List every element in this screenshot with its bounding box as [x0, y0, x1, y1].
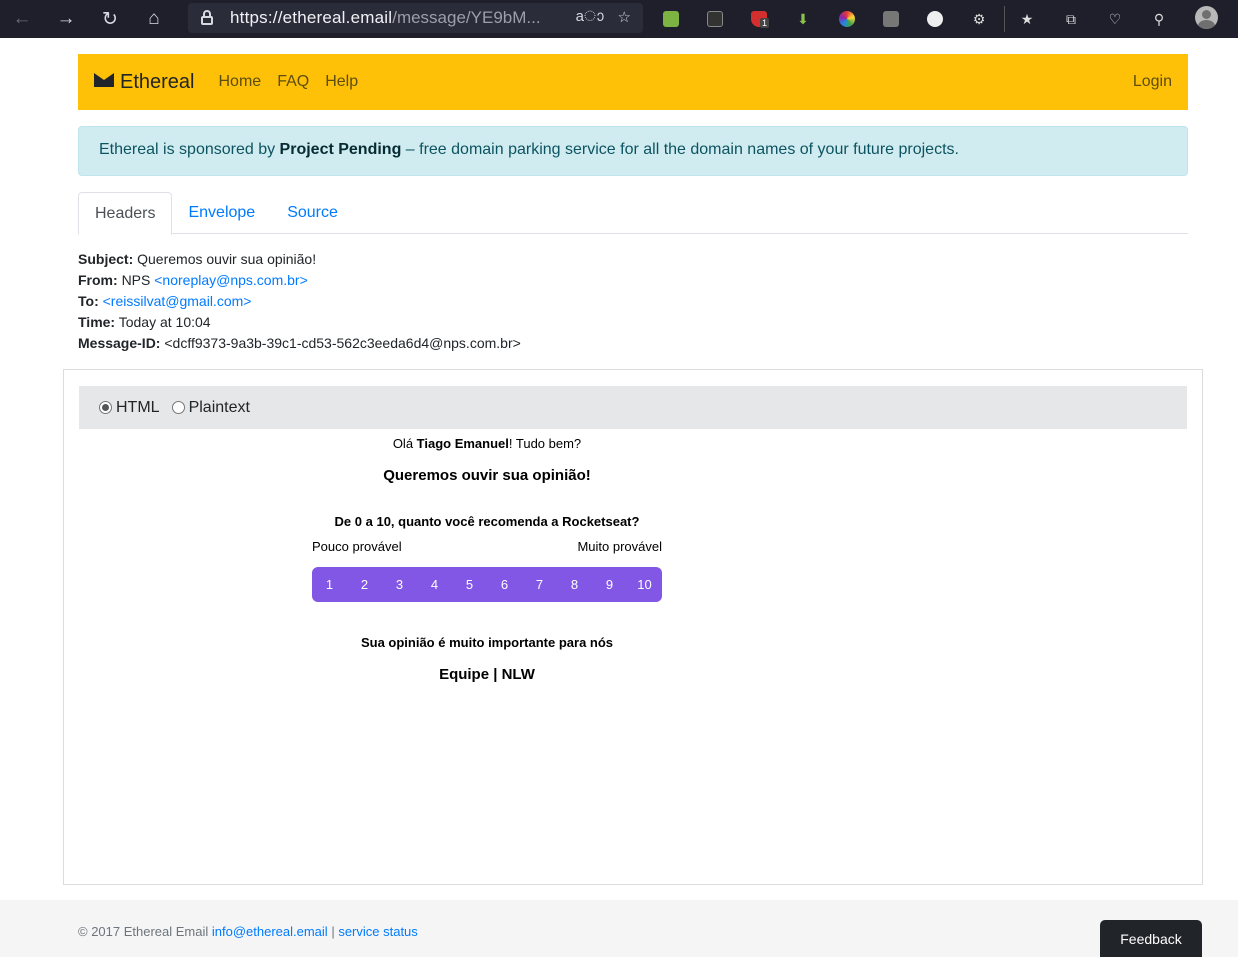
- extensions-puzzle-icon[interactable]: ⚙: [968, 8, 990, 30]
- envelope-icon: [94, 73, 114, 87]
- sponsor-alert: Ethereal is sponsored by Project Pending…: [78, 126, 1188, 176]
- back-icon[interactable]: ←: [0, 0, 44, 38]
- from-email-link[interactable]: <noreplay@nps.com.br>: [154, 272, 308, 288]
- to-email-link[interactable]: <reissilvat@gmail.com>: [103, 293, 252, 309]
- plaintext-radio[interactable]: [171, 401, 185, 414]
- translate-icon[interactable]: aാ: [576, 8, 604, 26]
- email-closing: Sua opinião é muito importante para nós: [360, 635, 614, 650]
- greeting-name: Tiago Emanuel: [416, 436, 509, 451]
- to-label: To:: [78, 293, 99, 309]
- plaintext-label: Plaintext: [188, 398, 250, 416]
- from-label: From:: [78, 272, 118, 288]
- login-link[interactable]: Login: [1133, 73, 1172, 91]
- scale-low-label: Pouco provável: [312, 539, 402, 554]
- address-bar[interactable]: https://ethereal.email/message/YE9bM... …: [188, 3, 643, 33]
- email-greeting: Olá Tiago Emanuel! Tudo bem?: [312, 436, 662, 451]
- time-row: Time: Today at 10:04: [78, 312, 521, 333]
- subject-row: Subject: Queremos ouvir sua opinião!: [78, 249, 521, 270]
- extension-color-icon[interactable]: [836, 8, 858, 30]
- extension-dark-icon[interactable]: [704, 8, 726, 30]
- message-headers: Subject: Queremos ouvir sua opinião! Fro…: [78, 249, 521, 354]
- message-id-value: <dcff9373-9a3b-39c1-cd53-562c3eeda6d4@np…: [164, 335, 521, 351]
- profile-avatar[interactable]: [1195, 6, 1218, 29]
- toolbar-divider: [1004, 6, 1005, 32]
- email-title: Queremos ouvir sua opinião!: [383, 467, 591, 484]
- feedback-button[interactable]: Feedback: [1100, 920, 1202, 957]
- time-label: Time:: [78, 314, 116, 330]
- greeting-prefix: Olá: [392, 436, 417, 451]
- site-navbar: Ethereal Home FAQ Help Login: [78, 54, 1188, 110]
- extension-shield-icon[interactable]: 1: [748, 8, 770, 30]
- home-icon[interactable]: ⌂: [132, 0, 176, 38]
- tab-headers[interactable]: Headers: [78, 192, 173, 235]
- page-footer: © 2017 Ethereal Email info@ethereal.emai…: [0, 900, 1238, 957]
- from-row: From: NPS <noreplay@nps.com.br>: [78, 270, 521, 291]
- lock-icon: [200, 10, 214, 26]
- to-row: To: <reissilvat@gmail.com>: [78, 291, 521, 312]
- html-option[interactable]: HTML: [99, 399, 160, 417]
- forward-icon[interactable]: →: [44, 0, 88, 38]
- score-button-9[interactable]: 9: [592, 567, 627, 602]
- score-button-2[interactable]: 2: [347, 567, 382, 602]
- url-path: /message/YE9bM...: [392, 8, 541, 27]
- collections-icon[interactable]: ⧉: [1060, 8, 1082, 30]
- from-name: NPS: [121, 272, 151, 288]
- alert-suffix: – free domain parking service for all th…: [401, 141, 959, 158]
- nav-home[interactable]: Home: [219, 73, 262, 91]
- copyright: © 2017 Ethereal Email: [78, 924, 212, 939]
- browser-essentials-icon[interactable]: ♡: [1104, 8, 1126, 30]
- subject-label: Subject:: [78, 251, 134, 267]
- extension-printer-icon[interactable]: [660, 8, 682, 30]
- contact-email-link[interactable]: info@ethereal.email: [212, 924, 328, 939]
- score-button-5[interactable]: 5: [452, 567, 487, 602]
- extension-download-icon[interactable]: ⬇: [792, 8, 814, 30]
- extension-badge: 1: [760, 18, 770, 28]
- message-id-row: Message-ID: <dcff9373-9a3b-39c1-cd53-562…: [78, 333, 521, 354]
- view-mode-bar: HTML Plaintext: [79, 386, 1187, 429]
- tab-source[interactable]: Source: [271, 192, 354, 234]
- favorites-icon[interactable]: ★: [1016, 8, 1038, 30]
- alert-prefix: Ethereal is sponsored by: [99, 141, 280, 158]
- score-button-6[interactable]: 6: [487, 567, 522, 602]
- message-tabs: Headers Envelope Source: [78, 192, 1188, 235]
- score-button-10[interactable]: 10: [627, 567, 662, 602]
- footer-separator: |: [327, 924, 339, 939]
- email-signature: Equipe | NLW: [439, 666, 535, 683]
- extension-copy-icon[interactable]: [880, 8, 902, 30]
- extension-circle-icon[interactable]: [924, 8, 946, 30]
- nps-question: De 0 a 10, quanto você recomenda a Rocke…: [334, 514, 640, 529]
- footer-text: © 2017 Ethereal Email info@ethereal.emai…: [78, 924, 418, 939]
- time-value: Today at 10:04: [118, 314, 211, 330]
- extensions-manager-icon[interactable]: ⚲: [1148, 8, 1170, 30]
- browser-toolbar: ← → ↻ ⌂ https://ethereal.email/message/Y…: [0, 0, 1238, 38]
- subject-value: Queremos ouvir sua opinião!: [137, 251, 317, 267]
- reload-icon[interactable]: ↻: [88, 0, 132, 38]
- brand-name: Ethereal: [120, 70, 195, 93]
- message-id-label: Message-ID:: [78, 335, 161, 351]
- nps-score-buttons: 1 2 3 4 5 6 7 8 9 10: [312, 567, 662, 602]
- score-button-1[interactable]: 1: [312, 567, 347, 602]
- score-button-7[interactable]: 7: [522, 567, 557, 602]
- html-label: HTML: [116, 398, 160, 416]
- service-status-link[interactable]: service status: [338, 924, 417, 939]
- nav-faq[interactable]: FAQ: [277, 73, 309, 91]
- tab-envelope[interactable]: Envelope: [172, 192, 271, 234]
- score-button-8[interactable]: 8: [557, 567, 592, 602]
- nav-help[interactable]: Help: [325, 73, 358, 91]
- html-radio[interactable]: [99, 401, 112, 414]
- brand-link[interactable]: Ethereal: [94, 71, 195, 94]
- url-host: https://ethereal.email: [230, 8, 393, 27]
- score-button-4[interactable]: 4: [417, 567, 452, 602]
- scale-high-label: Muito provável: [577, 539, 662, 554]
- add-favorite-icon[interactable]: ☆: [618, 8, 631, 26]
- greeting-suffix: ! Tudo bem?: [508, 436, 582, 451]
- score-button-3[interactable]: 3: [382, 567, 417, 602]
- plaintext-option[interactable]: Plaintext: [171, 398, 250, 417]
- sponsor-link[interactable]: Project Pending: [280, 141, 402, 158]
